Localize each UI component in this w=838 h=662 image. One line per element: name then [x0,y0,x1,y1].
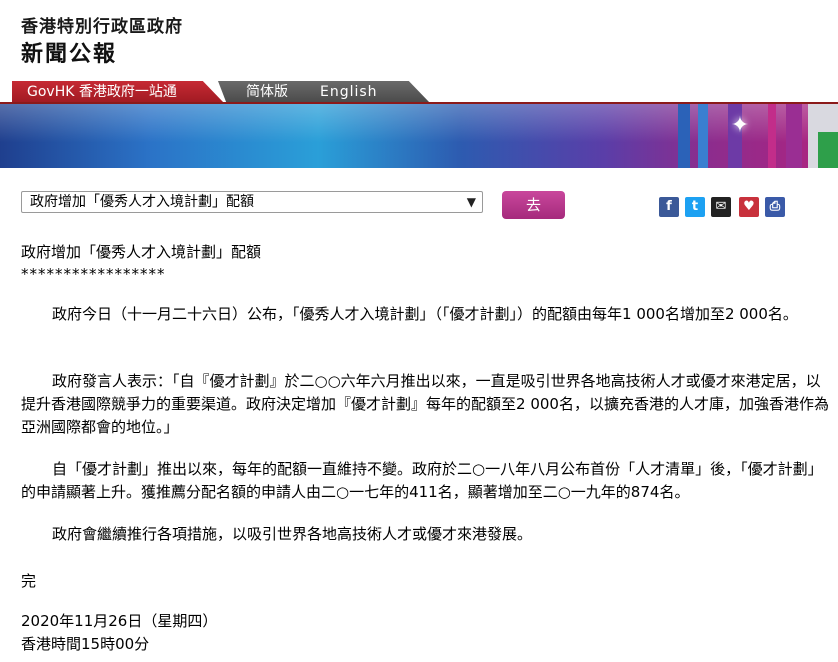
chevron-down-icon: ▼ [466,195,476,209]
article-select-value: 政府增加「優秀人才入境計劃」配額 [30,194,254,210]
email-icon[interactable]: ✉ [711,197,731,217]
simplified-chinese-link[interactable]: 简体版 [246,81,288,103]
title-separator: ***************** [21,265,166,283]
english-link[interactable]: English [320,81,378,103]
twitter-icon[interactable]: t [685,197,705,217]
article-paragraph-2: 政府發言人表示：「自『優才計劃』於二○○六年六月推出以來，一直是吸引世界各地高技… [21,372,829,436]
publication-title: 新聞公報 [21,42,118,67]
print-icon[interactable]: ⎙ [765,197,785,217]
go-button[interactable]: 去 [502,191,565,219]
facebook-icon[interactable]: f [659,197,679,217]
article-end: 完 [21,572,37,590]
article-title: 政府增加「優秀人才入境計劃」配額 [21,243,262,261]
article-date: 2020年11月26日（星期四） [21,612,218,630]
sparkle-icon: ✦ [730,113,750,138]
article-time: 香港時間15時00分 [21,635,150,653]
header-banner [0,104,838,168]
govhk-link[interactable]: GovHK 香港政府一站通 [12,81,224,103]
bookmark-icon[interactable]: ♥ [739,197,759,217]
article-paragraph-1: 政府今日（十一月二十六日）公布，「優秀人才入境計劃」（「優才計劃」）的配額由每年… [52,305,798,323]
article-paragraph-3: 自「優才計劃」推出以來，每年的配額一直維持不變。政府於二○一八年八月公布首份「人… [21,460,823,501]
organization-name: 香港特別行政區政府 [21,17,183,37]
page-header: 香港特別行政區政府 新聞公報 [0,0,838,80]
article-select[interactable]: 政府增加「優秀人才入境計劃」配額 ▼ [21,191,483,213]
article-paragraph-4: 政府會繼續推行各項措施，以吸引世界各地高技術人才或優才來港發展。 [52,525,533,543]
